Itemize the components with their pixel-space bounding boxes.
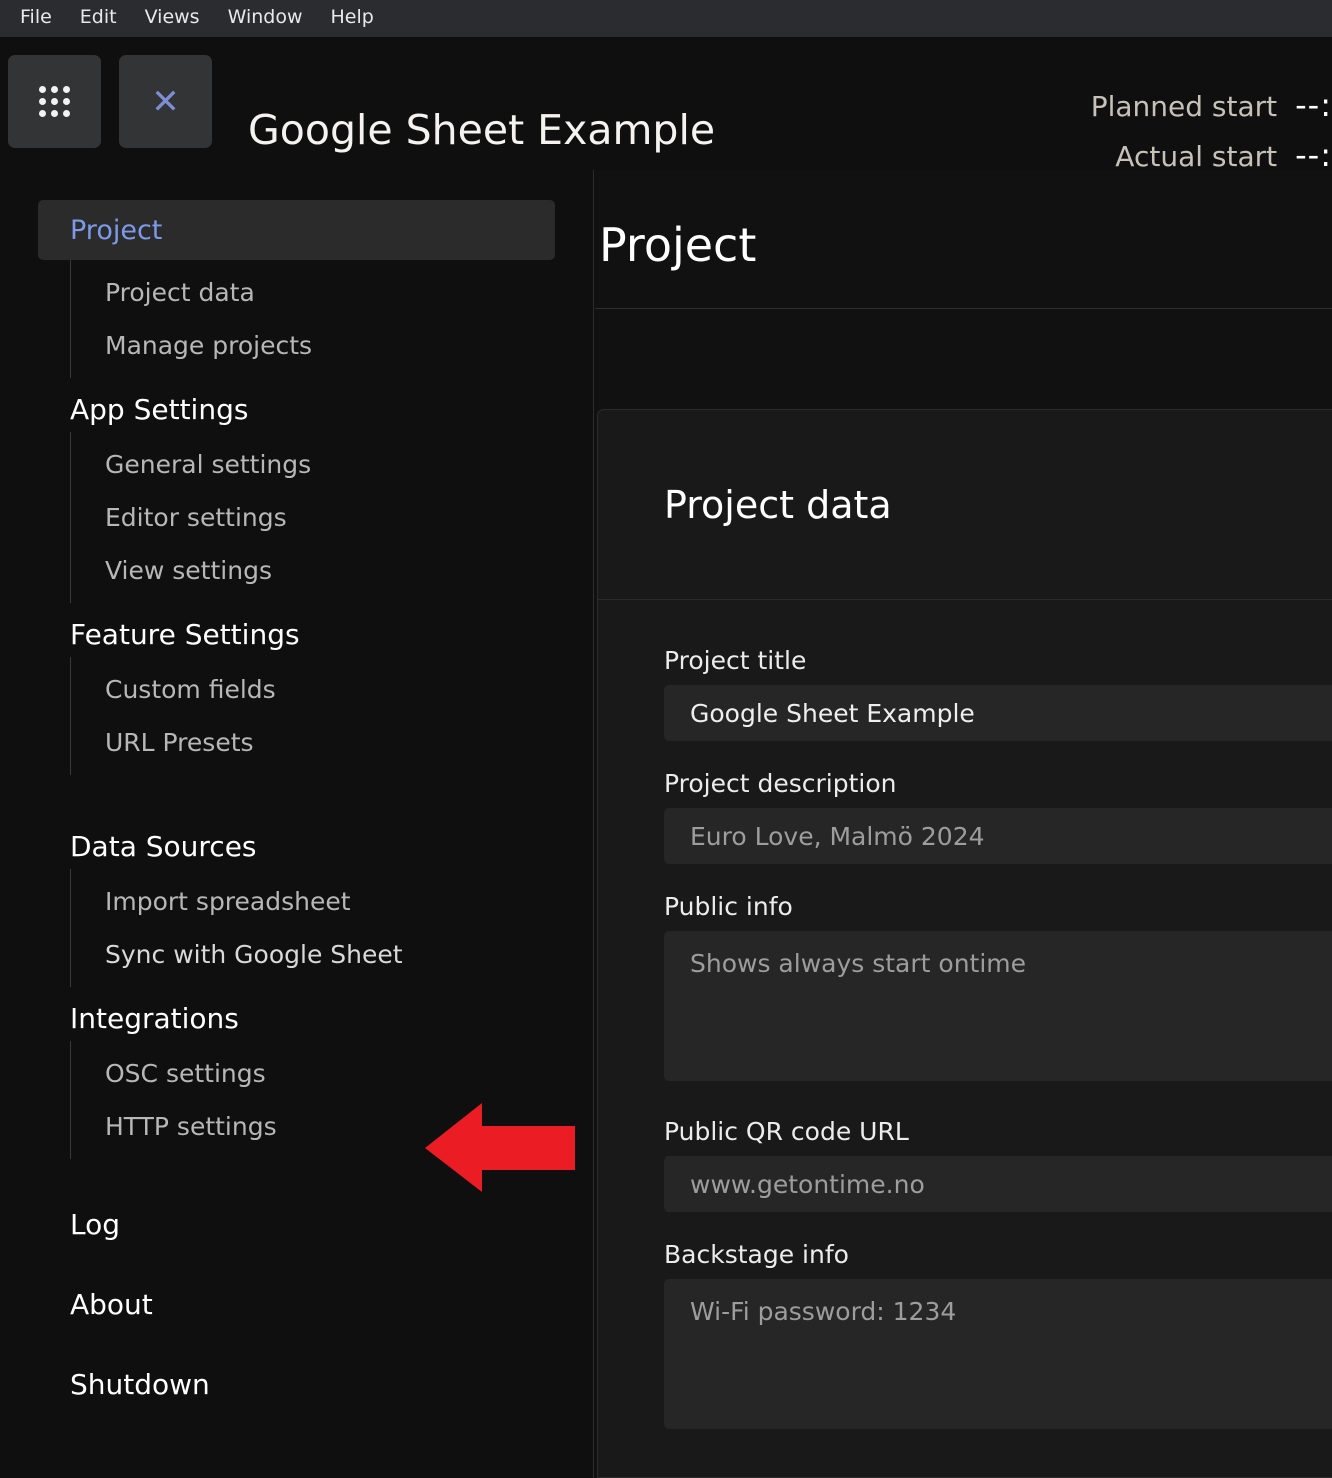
field-backstage-info-label: Backstage info	[664, 1242, 1332, 1267]
sidebar-item-custom-fields[interactable]: Custom fields	[71, 663, 593, 716]
sidebar-group-data-sources[interactable]: Data Sources	[0, 815, 593, 869]
sidebar-item-project-data[interactable]: Project data	[71, 266, 593, 319]
sidebar-subgroup-project: Project data Manage projects	[70, 260, 593, 378]
field-project-description-label: Project description	[664, 771, 1332, 796]
sidebar-group-integrations[interactable]: Integrations	[0, 987, 593, 1041]
project-data-card-title: Project data	[664, 486, 892, 524]
main-content: Project Project data Project title Googl…	[595, 170, 1332, 1478]
settings-sidebar: Project Project data Manage projects App…	[0, 170, 594, 1478]
field-public-info-label: Public info	[664, 894, 1332, 919]
field-project-title: Project title Google Sheet Example	[664, 648, 1332, 741]
sidebar-item-view-settings[interactable]: View settings	[71, 544, 593, 597]
close-x-icon: ✕	[151, 85, 180, 119]
menu-item-edit[interactable]: Edit	[66, 2, 131, 35]
sidebar-spacer	[0, 775, 593, 815]
app-header: ✕ Google Sheet Example Planned start --:…	[0, 37, 1332, 170]
menu-bar: File Edit Views Window Help	[0, 0, 1332, 37]
field-gap	[664, 1220, 1332, 1242]
apps-grid-button[interactable]	[8, 55, 101, 148]
sidebar-subgroup-app-settings: General settings Editor settings View se…	[70, 432, 593, 603]
field-public-qr-url-label: Public QR code URL	[664, 1119, 1332, 1144]
project-data-form: Project title Google Sheet Example Proje…	[598, 600, 1332, 1429]
backstage-info-textarea[interactable]: Wi-Fi password: 1234	[664, 1279, 1332, 1429]
public-info-textarea[interactable]: Shows always start ontime	[664, 931, 1332, 1081]
window-title: Google Sheet Example	[248, 110, 715, 151]
field-public-qr-url: Public QR code URL www.getontime.no	[664, 1119, 1332, 1212]
field-gap	[664, 749, 1332, 771]
sidebar-item-shutdown[interactable]: Shutdown	[0, 1371, 593, 1399]
sidebar-item-project-label: Project	[70, 217, 162, 244]
sidebar-item-manage-projects[interactable]: Manage projects	[71, 319, 593, 372]
sidebar-item-general-settings[interactable]: General settings	[71, 438, 593, 491]
menu-item-views[interactable]: Views	[131, 2, 214, 35]
sidebar-item-sync-with-google-sheet[interactable]: Sync with Google Sheet	[71, 928, 593, 981]
project-data-card-header: Project data	[598, 410, 1332, 600]
field-project-description: Project description Euro Love, Malmö 202…	[664, 771, 1332, 864]
grid-apps-icon	[39, 86, 70, 117]
field-project-title-label: Project title	[664, 648, 1332, 673]
sidebar-group-app-settings[interactable]: App Settings	[0, 378, 593, 432]
planned-start-label: Planned start	[1091, 93, 1277, 121]
project-data-card: Project data Project title Google Sheet …	[597, 409, 1332, 1478]
project-title-input[interactable]: Google Sheet Example	[664, 685, 1332, 741]
sidebar-group-feature-settings[interactable]: Feature Settings	[0, 603, 593, 657]
close-button[interactable]: ✕	[119, 55, 212, 148]
public-qr-url-input[interactable]: www.getontime.no	[664, 1156, 1332, 1212]
menu-item-file[interactable]: File	[6, 2, 66, 35]
project-description-input[interactable]: Euro Love, Malmö 2024	[664, 808, 1332, 864]
sidebar-subgroup-data-sources: Import spreadsheet Sync with Google Shee…	[70, 869, 593, 987]
sidebar-item-about[interactable]: About	[0, 1291, 593, 1319]
sidebar-subgroup-feature-settings: Custom fields URL Presets	[70, 657, 593, 775]
field-backstage-info: Backstage info Wi-Fi password: 1234	[664, 1242, 1332, 1429]
menu-item-help[interactable]: Help	[317, 2, 388, 35]
menu-item-window[interactable]: Window	[214, 2, 317, 35]
sidebar-item-editor-settings[interactable]: Editor settings	[71, 491, 593, 544]
sidebar-item-import-spreadsheet[interactable]: Import spreadsheet	[71, 875, 593, 928]
page-title-divider	[595, 308, 1332, 309]
page-title: Project	[595, 170, 1332, 268]
sidebar-item-project[interactable]: Project	[38, 200, 555, 260]
body-area: Project Project data Manage projects App…	[0, 170, 1332, 1478]
field-public-info: Public info Shows always start ontime	[664, 894, 1332, 1081]
left-arrow-annotation-icon	[425, 1101, 575, 1193]
actual-start-label: Actual start	[1115, 143, 1277, 171]
field-gap	[664, 872, 1332, 894]
planned-start-row: Planned start --:	[1091, 89, 1332, 121]
sidebar-item-osc-settings[interactable]: OSC settings	[71, 1047, 593, 1100]
planned-start-value: --:	[1295, 89, 1332, 121]
field-gap	[664, 1089, 1332, 1119]
actual-start-row: Actual start --:	[1091, 139, 1332, 171]
sidebar-item-url-presets[interactable]: URL Presets	[71, 716, 593, 769]
app-window: File Edit Views Window Help ✕ Google She…	[0, 0, 1332, 1478]
sidebar-item-log[interactable]: Log	[0, 1211, 593, 1239]
actual-start-value: --:	[1295, 139, 1332, 171]
